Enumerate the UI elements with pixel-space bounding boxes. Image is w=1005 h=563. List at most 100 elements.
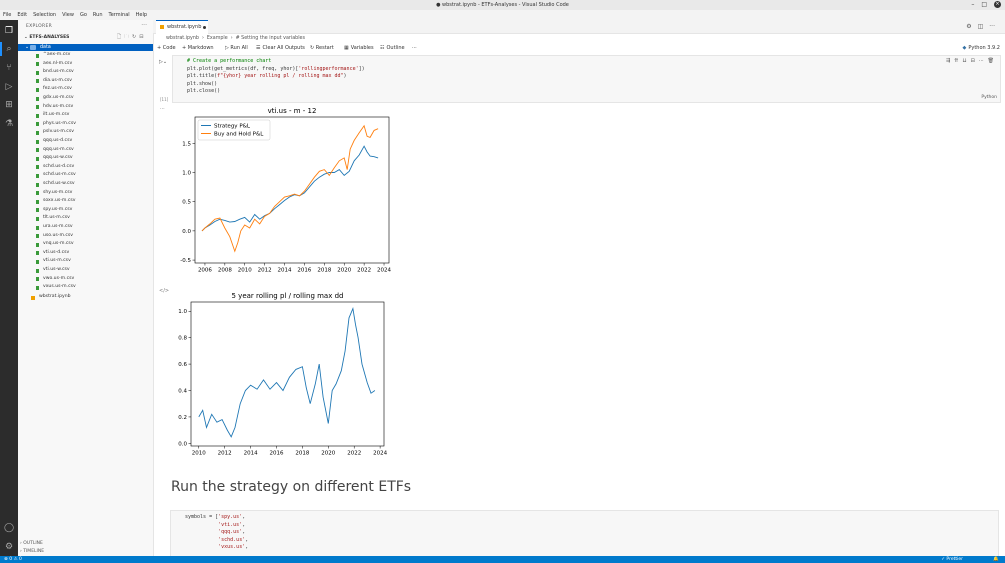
- execute-above-icon[interactable]: ⇈: [954, 58, 958, 64]
- split-editor-icon[interactable]: ◫: [978, 23, 984, 30]
- file-item[interactable]: ilt.us-m.csv: [18, 111, 153, 120]
- source-control-icon[interactable]: ⑂: [4, 63, 14, 73]
- more-icon[interactable]: ···: [989, 23, 995, 30]
- settings-icon[interactable]: ⚙: [966, 23, 971, 30]
- settings-gear-icon[interactable]: ⚙: [4, 542, 14, 552]
- file-item[interactable]: shy.us-m.csv: [18, 189, 153, 198]
- collapse-all-icon[interactable]: ⊟: [139, 34, 143, 42]
- notifications-icon[interactable]: 🔔: [993, 556, 999, 563]
- code-line[interactable]: plt.plot(get_metrics(df, freq, yhor)['ro…: [187, 66, 365, 74]
- outline-section[interactable]: › OUTLINE: [20, 541, 43, 546]
- file-item[interactable]: ^aex-m.csv: [18, 51, 153, 60]
- code-line[interactable]: symbols = ['spy.us',: [185, 514, 248, 522]
- account-icon[interactable]: ◯: [4, 523, 14, 533]
- execute-below-icon[interactable]: ⇊: [962, 58, 966, 64]
- code-line[interactable]: 'schd.us',: [185, 537, 248, 545]
- clear-outputs-button[interactable]: ☰ Clear All Outputs: [256, 45, 305, 51]
- file-item[interactable]: vxus.us-m.csv: [18, 283, 153, 292]
- file-item[interactable]: qqq.us-w.csv: [18, 154, 153, 163]
- file-item[interactable]: pslv.us-m.csv: [18, 128, 153, 137]
- run-all-button[interactable]: ▷ Run All: [225, 45, 248, 51]
- maximize-icon[interactable]: □: [981, 1, 987, 8]
- file-item[interactable]: gdx.us-m.csv: [18, 94, 153, 103]
- file-item[interactable]: aex.nl-m.csv: [18, 60, 153, 69]
- menu-item-view[interactable]: View: [62, 12, 74, 18]
- file-item[interactable]: soxx.us-m.csv: [18, 197, 153, 206]
- menu-item-help[interactable]: Help: [136, 12, 147, 18]
- file-item[interactable]: fez.us-m.csv: [18, 85, 153, 94]
- code-text[interactable]: # Create a performance chart plt.plot(get…: [187, 58, 365, 96]
- breadcrumb-item[interactable]: Example: [207, 36, 228, 41]
- file-item[interactable]: schd.us-d.csv: [18, 163, 153, 172]
- file-item[interactable]: schd.us-m.csv: [18, 171, 153, 180]
- extensions-icon[interactable]: ⊞: [4, 100, 14, 110]
- add-markdown-button[interactable]: + Markdown: [182, 45, 214, 51]
- run-by-line-icon[interactable]: ⇶: [946, 58, 950, 64]
- cell-editor[interactable]: # Create a performance chart plt.plot(get…: [172, 55, 1001, 103]
- code-line[interactable]: plt.close(): [187, 88, 365, 96]
- more-actions-icon[interactable]: ···: [141, 22, 147, 29]
- file-item[interactable]: uso.us-m.csv: [18, 232, 153, 241]
- new-folder-icon[interactable]: 🗀: [124, 34, 129, 42]
- problems-indicator[interactable]: ⊗ 0 ⚠ 0: [4, 556, 22, 563]
- delete-cell-icon[interactable]: 🗑: [988, 58, 994, 64]
- file-item[interactable]: vti.us-m.csv: [18, 257, 153, 266]
- output-more-icon[interactable]: ···: [160, 106, 165, 112]
- menu-item-file[interactable]: File: [3, 12, 11, 18]
- breadcrumb-item[interactable]: wbstrat.ipynb: [166, 36, 199, 41]
- cell-language[interactable]: Python: [981, 95, 997, 100]
- code-line[interactable]: 'qqq.us',: [185, 529, 248, 537]
- code-line[interactable]: 'vti.us',: [185, 522, 248, 530]
- menu-item-selection[interactable]: Selection: [33, 12, 56, 18]
- code-line[interactable]: plt.show(): [187, 81, 365, 89]
- new-file-icon[interactable]: 🗋: [117, 34, 121, 42]
- code-text-2[interactable]: symbols = ['spy.us', 'vti.us', 'qqq.us',…: [185, 514, 248, 552]
- menu-item-edit[interactable]: Edit: [17, 12, 27, 18]
- minimize-icon[interactable]: –: [971, 1, 974, 8]
- testing-icon[interactable]: ⚗: [4, 119, 14, 129]
- unsaved-dot-icon[interactable]: [203, 26, 206, 29]
- run-cell-icon[interactable]: ▷⌄: [159, 59, 167, 65]
- code-line[interactable]: # Create a performance chart: [187, 58, 365, 66]
- code-cell[interactable]: ▷⌄ [11] # Create a performance chart plt.…: [153, 55, 1001, 103]
- file-item[interactable]: tlt.us-m.csv: [18, 214, 153, 223]
- prettier-indicator[interactable]: ✓ Prettier: [941, 556, 963, 563]
- file-item[interactable]: vti.us-d.csv: [18, 249, 153, 258]
- split-cell-icon[interactable]: ⊟: [971, 58, 975, 64]
- markdown-heading[interactable]: Run the strategy on different ETFs: [171, 479, 411, 495]
- refresh-icon[interactable]: ↻: [132, 34, 136, 42]
- variables-button[interactable]: ▦ Variables: [344, 45, 374, 51]
- menu-item-terminal[interactable]: Terminal: [109, 12, 130, 18]
- restart-button[interactable]: ↻ Restart: [310, 45, 334, 51]
- output-code-icon[interactable]: </>: [159, 288, 169, 294]
- file-item[interactable]: schd.us-w.csv: [18, 180, 153, 189]
- file-item[interactable]: phys.us-m.csv: [18, 120, 153, 129]
- timeline-section[interactable]: › TIMELINE: [20, 549, 44, 554]
- file-item[interactable]: vwo.us-m.csv: [18, 275, 153, 284]
- menu-item-run[interactable]: Run: [93, 12, 103, 18]
- outline-button[interactable]: ☷ Outline: [380, 45, 405, 51]
- code-cell-2[interactable]: symbols = ['spy.us', 'vti.us', 'qqq.us',…: [170, 510, 999, 560]
- file-item[interactable]: dia.us-m.csv: [18, 77, 153, 86]
- add-code-button[interactable]: + Code: [157, 45, 176, 51]
- code-line[interactable]: 'vxus.us',: [185, 544, 248, 552]
- run-debug-icon[interactable]: ▷: [4, 82, 14, 92]
- close-icon[interactable]: ×: [994, 1, 1001, 8]
- file-item[interactable]: qqq.us-m.csv: [18, 146, 153, 155]
- project-root[interactable]: ⌄ ETFS-ANALYSES: [24, 35, 69, 40]
- breadcrumb-item[interactable]: # Setting the input variables: [236, 36, 305, 41]
- kernel-picker[interactable]: ◆ Python 3.9.2: [962, 45, 1000, 51]
- file-item-notebook[interactable]: wbstrat.ipynb: [18, 293, 153, 302]
- file-item[interactable]: bnd.us-m.csv: [18, 68, 153, 77]
- tab-wbstrat[interactable]: wbstrat.ipynb: [156, 20, 208, 34]
- code-line[interactable]: plt.title(f"{yhor} year rolling pl / rol…: [187, 73, 365, 81]
- file-item[interactable]: vti.us-w.csv: [18, 266, 153, 275]
- explorer-icon[interactable]: ❐: [4, 26, 14, 36]
- search-icon[interactable]: ⌕: [4, 44, 14, 54]
- file-item[interactable]: ura.us-m.csv: [18, 223, 153, 232]
- menu-item-go[interactable]: Go: [80, 12, 87, 18]
- more-cell-icon[interactable]: ···: [979, 58, 984, 64]
- file-item[interactable]: spy.us-m.csv: [18, 206, 153, 215]
- more-toolbar-button[interactable]: ···: [412, 45, 417, 51]
- file-item[interactable]: hdv.us-m.csv: [18, 103, 153, 112]
